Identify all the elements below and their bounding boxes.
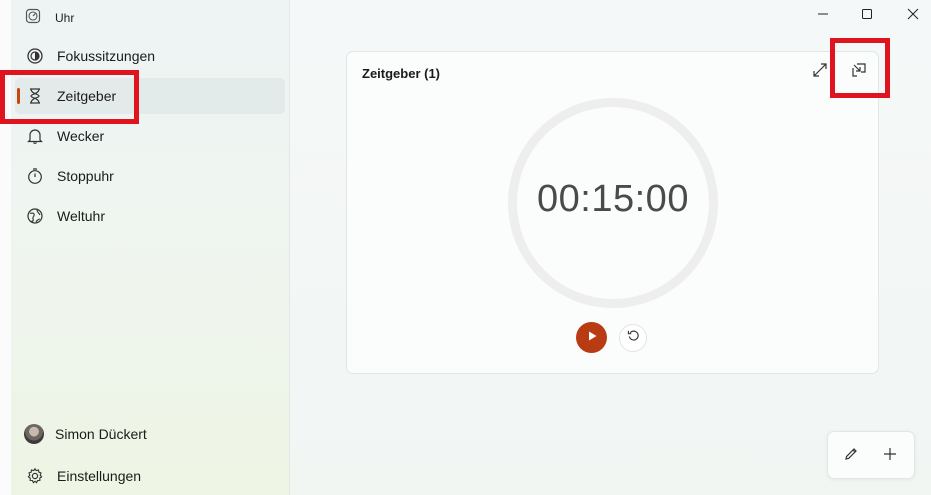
sidebar-item-focus-sessions[interactable]: Fokussitzungen: [15, 38, 285, 74]
bottom-toolbar: [827, 431, 915, 479]
avatar: [24, 424, 44, 444]
sidebar-item-world-clock[interactable]: Weltuhr: [15, 198, 285, 234]
start-button[interactable]: [576, 322, 607, 353]
clock-app-icon: [25, 8, 41, 29]
app-title: Uhr: [55, 11, 75, 25]
close-icon: [907, 7, 919, 25]
play-icon: [586, 329, 598, 347]
globe-icon: [25, 206, 45, 226]
user-name: Simon Dückert: [55, 426, 147, 442]
maximize-button[interactable]: [844, 0, 890, 32]
add-timer-button[interactable]: [876, 442, 904, 470]
sidebar-item-label: Weltuhr: [57, 208, 105, 224]
add-icon: [882, 446, 898, 467]
sidebar-item-label: Wecker: [57, 128, 105, 144]
maximize-icon: [861, 7, 873, 25]
timer-card-title: Zeitgeber (1): [362, 66, 441, 81]
sidebar-item-stopwatch[interactable]: Stoppuhr: [15, 158, 285, 194]
focus-icon: [25, 46, 45, 66]
expand-icon: [812, 62, 828, 83]
timer-card: Zeitgeber (1) 00:15:00: [346, 51, 879, 374]
annotation-highlight-timer: [0, 70, 139, 124]
reset-icon: [627, 329, 640, 347]
annotation-highlight-keep-on-top: [830, 38, 890, 98]
sidebar-item-label: Stoppuhr: [57, 168, 114, 184]
minimize-button[interactable]: [800, 0, 846, 32]
close-button[interactable]: [890, 0, 931, 32]
sidebar-item-settings[interactable]: Einstellungen: [15, 458, 285, 494]
sidebar-item-label: Einstellungen: [57, 468, 142, 484]
gear-icon: [25, 466, 45, 486]
stopwatch-icon: [25, 166, 45, 186]
app-title-row: Uhr: [25, 8, 74, 28]
reset-button[interactable]: [619, 324, 647, 352]
sidebar-item-label: Fokussitzungen: [57, 48, 156, 64]
bell-icon: [25, 126, 45, 146]
timer-display: 00:15:00: [537, 178, 689, 220]
user-account[interactable]: Simon Dückert: [24, 420, 147, 448]
app-window: Uhr Fokussitzungen Zeitgeber Wecker Stop…: [0, 0, 931, 495]
minimize-icon: [817, 7, 829, 25]
edit-icon: [843, 446, 859, 467]
edit-timers-button[interactable]: [837, 442, 865, 470]
